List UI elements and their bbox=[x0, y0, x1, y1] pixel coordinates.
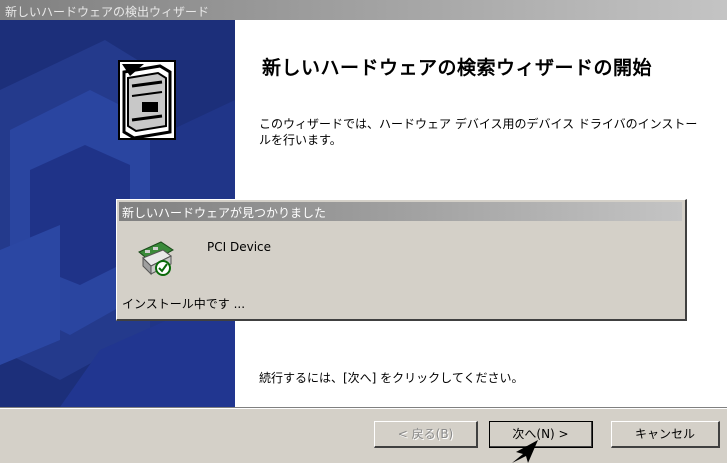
wizard-description: このウィザードでは、ハードウェア デバイス用のデバイス ドライバのインストールを… bbox=[259, 117, 698, 147]
window-title: 新しいハードウェアの検出ウィザード bbox=[5, 5, 210, 19]
button-separator bbox=[0, 407, 727, 409]
next-button[interactable]: 次へ(N) > bbox=[489, 421, 593, 448]
dialog-title: 新しいハードウェアが見つかりました bbox=[122, 206, 327, 220]
wizard-heading: 新しいハードウェアの検索ウィザードの開始 bbox=[262, 57, 653, 79]
dialog-title-bar[interactable]: 新しいハードウェアが見つかりました bbox=[119, 202, 682, 221]
device-name: PCI Device bbox=[207, 240, 272, 254]
install-status: インストール中です ... bbox=[122, 297, 246, 311]
pci-device-icon bbox=[137, 240, 175, 281]
continue-instruction: 続行するには、[次へ] をクリックしてください。 bbox=[259, 371, 524, 385]
title-bar[interactable]: 新しいハードウェアの検出ウィザード bbox=[0, 0, 727, 20]
new-hardware-found-dialog: 新しいハードウェアが見つかりました PCI Device インストール中です .… bbox=[116, 199, 687, 321]
back-button[interactable]: < 戻る(B) bbox=[374, 421, 478, 448]
hardware-box-icon bbox=[118, 60, 176, 140]
cancel-button[interactable]: キャンセル bbox=[611, 421, 720, 448]
mouse-pointer-icon bbox=[510, 440, 540, 466]
